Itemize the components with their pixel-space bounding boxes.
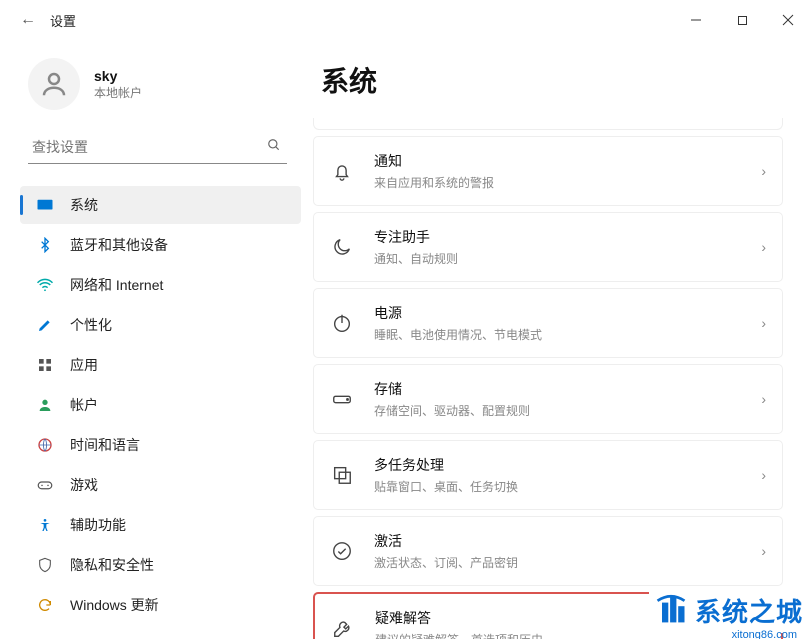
sidebar-item-label: 网络和 Internet — [70, 275, 163, 295]
bell-icon — [330, 159, 354, 183]
wifi-icon — [36, 276, 54, 294]
bluetooth-icon — [36, 236, 54, 254]
sidebar-item-label: 游戏 — [70, 475, 98, 495]
card-desc: 激活状态、订阅、产品密钥 — [374, 554, 761, 571]
copy-icon — [330, 463, 354, 487]
sidebar-item-label: 辅助功能 — [70, 515, 126, 535]
sidebar-item-system[interactable]: 系统 — [20, 186, 301, 224]
card-partial[interactable] — [313, 118, 783, 130]
power-icon — [330, 311, 354, 335]
moon-icon — [330, 235, 354, 259]
sidebar-item-windows-update[interactable]: Windows 更新 — [20, 586, 301, 624]
card-notifications[interactable]: 通知 来自应用和系统的警报 › — [313, 136, 783, 206]
page-title: 系统 — [313, 60, 783, 100]
chevron-right-icon: › — [761, 467, 766, 483]
shield-icon — [36, 556, 54, 574]
sidebar-item-apps[interactable]: 应用 — [20, 346, 301, 384]
account-type: 本地帐户 — [94, 84, 142, 101]
card-desc: 通知、自动规则 — [374, 250, 761, 267]
profile-block[interactable]: sky 本地帐户 — [28, 58, 301, 110]
card-title: 存储 — [374, 379, 761, 399]
sidebar-item-label: Windows 更新 — [70, 595, 159, 615]
card-title: 电源 — [374, 303, 761, 323]
accessibility-icon — [36, 516, 54, 534]
watermark-logo-icon — [653, 590, 689, 631]
sidebar-item-bluetooth[interactable]: 蓝牙和其他设备 — [20, 226, 301, 264]
chevron-right-icon: › — [761, 543, 766, 559]
chevron-right-icon: › — [761, 391, 766, 407]
close-button[interactable] — [765, 4, 811, 36]
sidebar-item-personalization[interactable]: 个性化 — [20, 306, 301, 344]
sidebar-nav: 系统 蓝牙和其他设备 网络和 Internet 个性化 应用 — [20, 186, 301, 624]
wrench-icon — [331, 616, 355, 639]
drive-icon — [330, 387, 354, 411]
brush-icon — [36, 316, 54, 334]
chevron-right-icon: › — [761, 163, 766, 179]
card-title: 专注助手 — [374, 227, 761, 247]
titlebar: ← 设置 — [0, 0, 811, 40]
gamepad-icon — [36, 476, 54, 494]
card-desc: 睡眠、电池使用情况、节电模式 — [374, 326, 761, 343]
sidebar-item-time-language[interactable]: 时间和语言 — [20, 426, 301, 464]
sidebar-item-label: 应用 — [70, 355, 98, 375]
sidebar-item-label: 隐私和安全性 — [70, 555, 154, 575]
sidebar-item-label: 个性化 — [70, 315, 112, 335]
globe-icon — [36, 436, 54, 454]
search-box[interactable] — [28, 130, 287, 164]
check-circle-icon — [330, 539, 354, 563]
card-title: 多任务处理 — [374, 455, 761, 475]
display-icon — [36, 196, 54, 214]
card-focus-assist[interactable]: 专注助手 通知、自动规则 › — [313, 212, 783, 282]
watermark-url: xitong86.com — [732, 629, 797, 639]
card-activation[interactable]: 激活 激活状态、订阅、产品密钥 › — [313, 516, 783, 586]
search-icon — [267, 138, 281, 155]
main-content: 系统 通知 来自应用和系统的警报 › 专注助手 通知、自动规则 — [305, 40, 811, 639]
chevron-right-icon: › — [761, 315, 766, 331]
sidebar-item-label: 帐户 — [70, 395, 98, 415]
sidebar-item-privacy[interactable]: 隐私和安全性 — [20, 546, 301, 584]
card-multitasking[interactable]: 多任务处理 贴靠窗口、桌面、任务切换 › — [313, 440, 783, 510]
update-icon — [36, 596, 54, 614]
sidebar-item-accessibility[interactable]: 辅助功能 — [20, 506, 301, 544]
search-input[interactable] — [32, 139, 267, 155]
avatar-icon — [28, 58, 80, 110]
chevron-right-icon: › — [761, 239, 766, 255]
sidebar-item-network[interactable]: 网络和 Internet — [20, 266, 301, 304]
sidebar-item-label: 时间和语言 — [70, 435, 140, 455]
apps-icon — [36, 356, 54, 374]
card-title: 激活 — [374, 531, 761, 551]
card-title: 通知 — [374, 151, 761, 171]
sidebar-item-gaming[interactable]: 游戏 — [20, 466, 301, 504]
person-icon — [36, 396, 54, 414]
sidebar-item-label: 蓝牙和其他设备 — [70, 235, 168, 255]
sidebar-item-accounts[interactable]: 帐户 — [20, 386, 301, 424]
watermark: 系统之城 xitong86.com — [649, 588, 807, 633]
card-desc: 贴靠窗口、桌面、任务切换 — [374, 478, 761, 495]
card-desc: 存储空间、驱动器、配置规则 — [374, 402, 761, 419]
sidebar: sky 本地帐户 系统 蓝牙和其他设备 — [0, 40, 305, 639]
back-button[interactable]: ← — [20, 11, 36, 29]
card-power[interactable]: 电源 睡眠、电池使用情况、节电模式 › — [313, 288, 783, 358]
maximize-button[interactable] — [719, 4, 765, 36]
card-desc: 来自应用和系统的警报 — [374, 174, 761, 191]
minimize-button[interactable] — [673, 4, 719, 36]
username: sky — [94, 68, 142, 84]
window-title: 设置 — [50, 11, 76, 30]
watermark-text: 系统之城 — [695, 592, 803, 629]
sidebar-item-label: 系统 — [70, 195, 98, 215]
card-storage[interactable]: 存储 存储空间、驱动器、配置规则 › — [313, 364, 783, 434]
